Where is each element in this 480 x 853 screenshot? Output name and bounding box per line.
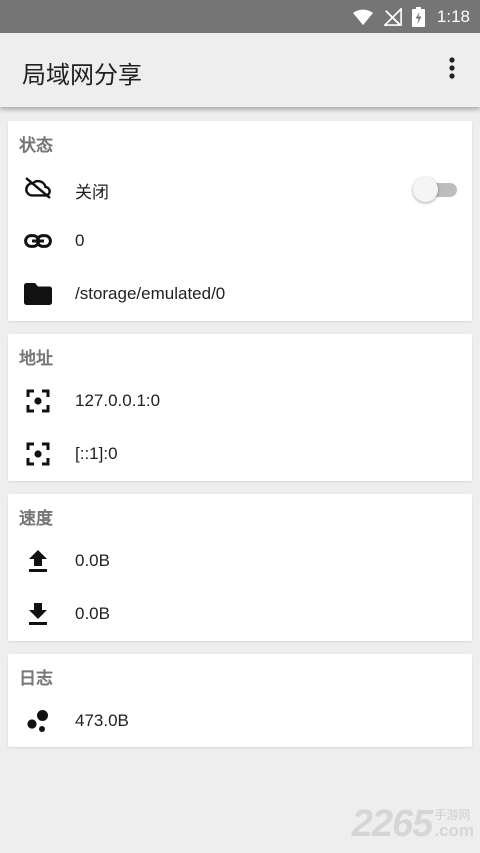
status-icons: 1:18 <box>352 5 470 29</box>
app-title: 局域网分享 <box>22 62 142 89</box>
watermark-chinese: 手游网 <box>434 808 471 822</box>
ipv4-address-row[interactable]: 127.0.0.1:0 <box>8 381 472 421</box>
watermark-number: 2265 <box>351 803 434 845</box>
ipv4-address-text: 127.0.0.1:0 <box>75 391 161 410</box>
watermark-side: 手游网 .com <box>434 808 474 840</box>
shared-path-row[interactable]: /storage/emulated/0 <box>8 274 472 314</box>
watermark-logo: 2265 手游网 .com <box>352 805 474 843</box>
toggle-thumb <box>413 177 438 202</box>
more-vert-icon <box>449 56 455 84</box>
center-focus-icon <box>24 388 52 414</box>
folder-icon <box>24 281 52 307</box>
download-icon <box>24 601 52 627</box>
watermark-suffix: .com <box>434 821 474 840</box>
share-toggle-switch[interactable] <box>411 176 461 202</box>
upload-speed-text: 0.0B <box>75 551 110 570</box>
speed-section-title: 速度 <box>19 509 53 528</box>
link-icon <box>24 228 52 254</box>
upload-icon <box>24 548 52 574</box>
wifi-icon <box>352 8 374 26</box>
share-state-text: 关闭 <box>75 183 109 202</box>
bubble-chart-icon <box>24 708 52 734</box>
download-speed-text: 0.0B <box>75 604 110 623</box>
ipv6-address-row[interactable]: [::1]:0 <box>8 434 472 474</box>
address-section-title: 地址 <box>19 349 53 368</box>
speed-card: 速度 0.0B 0.0B <box>8 494 472 641</box>
no-signal-icon <box>383 8 402 26</box>
app-bar: 局域网分享 <box>0 33 480 107</box>
center-focus-icon <box>24 441 52 467</box>
download-speed-row: 0.0B <box>8 594 472 634</box>
status-section-title: 状态 <box>19 136 53 155</box>
log-size-text: 473.0B <box>75 711 129 730</box>
log-card: 日志 473.0B <box>8 654 472 747</box>
connections-row: 0 <box>8 221 472 261</box>
more-options-button[interactable] <box>438 55 466 85</box>
log-section-title: 日志 <box>19 669 53 688</box>
connections-count: 0 <box>75 231 85 250</box>
clock-time: 1:18 <box>436 7 470 26</box>
cloud-off-icon <box>24 175 52 201</box>
status-card: 状态 关闭 0 /storage/emulated/0 <box>8 121 472 321</box>
battery-charging-icon <box>411 7 425 27</box>
status-bar: 1:18 <box>0 0 480 33</box>
ipv6-address-text: [::1]:0 <box>75 444 118 463</box>
share-state-row[interactable]: 关闭 <box>8 168 472 208</box>
log-size-row[interactable]: 473.0B <box>8 701 472 741</box>
address-card: 地址 127.0.0.1:0 [::1]:0 <box>8 334 472 481</box>
shared-path-text: /storage/emulated/0 <box>75 284 226 303</box>
upload-speed-row: 0.0B <box>8 541 472 581</box>
